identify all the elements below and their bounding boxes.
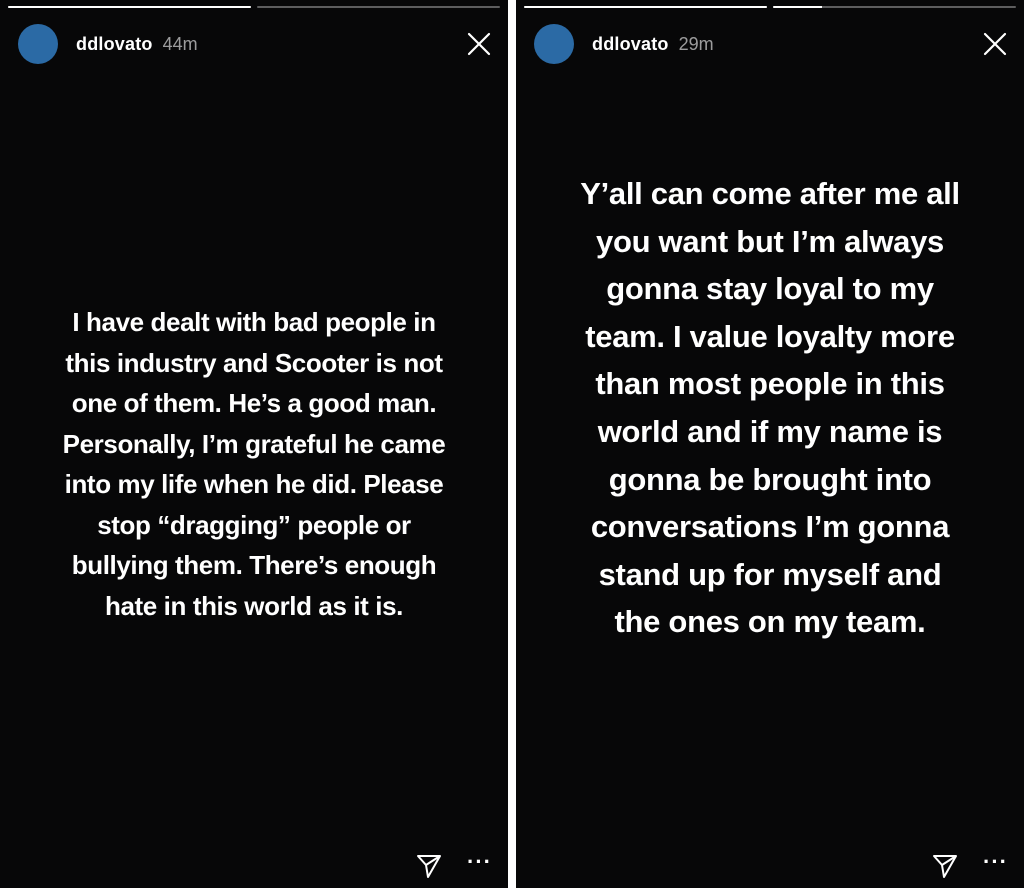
close-icon [983,32,1007,56]
story-progress-bar [8,6,500,8]
close-button[interactable] [464,29,494,59]
progress-segment-2 [773,6,1016,8]
more-options-button[interactable]: ··· [983,851,1008,881]
close-icon [467,32,491,56]
username[interactable]: ddlovato [592,34,669,55]
progress-segment-1 [8,6,251,8]
send-button[interactable] [929,850,961,882]
story-caption: I have dealt with bad people in this ind… [62,307,446,621]
story-panel-1: ddlovato 44m I have dealt with bad peopl… [0,0,508,888]
story-progress-bar [524,6,1016,8]
screenshot-collage: ddlovato 44m I have dealt with bad peopl… [0,0,1024,888]
close-button[interactable] [980,29,1010,59]
send-icon [417,855,442,878]
avatar[interactable] [18,24,58,64]
progress-segment-1 [524,6,767,8]
avatar[interactable] [534,24,574,64]
story-panel-2: ddlovato 29m Y’all can come after me all… [516,0,1024,888]
send-button[interactable] [413,850,445,882]
username[interactable]: ddlovato [76,34,153,55]
story-header: ddlovato 29m [534,24,1010,64]
story-header: ddlovato 44m [18,24,494,64]
progress-segment-2 [257,6,500,8]
timestamp: 44m [162,33,198,54]
story-footer: ··· [413,850,492,882]
story-caption: Y’all can come after me all you want but… [580,176,960,640]
story-footer: ··· [929,850,1008,882]
more-options-button[interactable]: ··· [467,851,492,881]
send-icon [933,855,958,878]
timestamp: 29m [678,33,714,54]
